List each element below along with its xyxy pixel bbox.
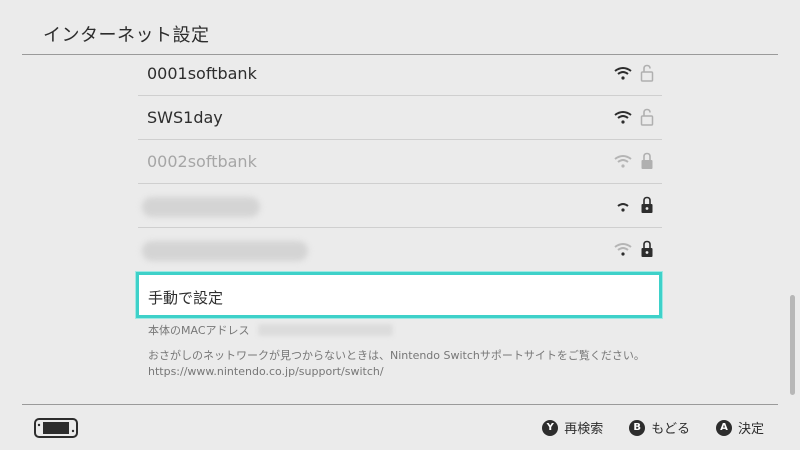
obscured-network-name xyxy=(142,197,260,217)
confirm-label: 決定 xyxy=(737,422,764,437)
network-row-hidden-2[interactable] xyxy=(138,228,662,272)
network-row-sws1day[interactable]: SWS1day xyxy=(138,96,662,140)
b-button-icon: B xyxy=(629,419,646,436)
network-row-0001softbank[interactable]: 0001softbank xyxy=(138,52,662,96)
page-title: インターネット設定 xyxy=(43,25,210,46)
obscured-network-name xyxy=(142,241,308,261)
confirm-button[interactable]: A 決定 xyxy=(715,418,764,437)
mac-address-label: 本体のMACアドレス xyxy=(148,324,250,337)
lock-open-icon xyxy=(640,108,654,126)
wifi-icon xyxy=(617,203,629,212)
header: インターネット設定 xyxy=(0,0,800,54)
wifi-icon xyxy=(614,155,632,168)
manual-setup-label: 手動で設定 xyxy=(148,289,224,307)
lock-open-icon xyxy=(640,64,654,82)
a-button-icon: A xyxy=(715,419,732,436)
network-row-hidden-1[interactable] xyxy=(138,184,662,228)
research-button[interactable]: Y 再検索 xyxy=(542,418,603,437)
lock-icon xyxy=(641,152,653,169)
network-list: 0001softbank SWS1day 0002softbank xyxy=(138,52,662,272)
lock-icon xyxy=(641,196,653,213)
footer-divider xyxy=(22,404,778,405)
network-name: 0002softbank xyxy=(147,152,257,171)
network-name: SWS1day xyxy=(147,108,223,127)
y-button-icon: Y xyxy=(542,419,559,436)
back-label: もどる xyxy=(651,422,690,437)
switch-console-icon xyxy=(34,418,78,438)
scrollbar[interactable] xyxy=(790,295,795,395)
back-button[interactable]: B もどる xyxy=(629,418,690,437)
manual-setup-button[interactable]: 手動で設定 xyxy=(136,272,662,318)
lock-icon xyxy=(641,240,653,257)
support-url: https://www.nintendo.co.jp/support/switc… xyxy=(148,365,384,378)
mac-address-value xyxy=(257,324,393,336)
wifi-icon xyxy=(614,243,632,256)
network-row-0002softbank[interactable]: 0002softbank xyxy=(138,140,662,184)
wifi-icon xyxy=(614,67,632,80)
help-text-line: おさがしのネットワークが見つからないときは、Nintendo Switchサポー… xyxy=(148,349,645,362)
wifi-icon xyxy=(614,111,632,124)
footer-controls: Y 再検索 B もどる A 決定 xyxy=(542,418,764,437)
network-name: 0001softbank xyxy=(147,64,257,83)
research-label: 再検索 xyxy=(564,422,604,437)
help-text: おさがしのネットワークが見つからないときは、Nintendo Switchサポー… xyxy=(148,348,645,380)
mac-address-row: 本体のMACアドレス xyxy=(148,322,393,338)
